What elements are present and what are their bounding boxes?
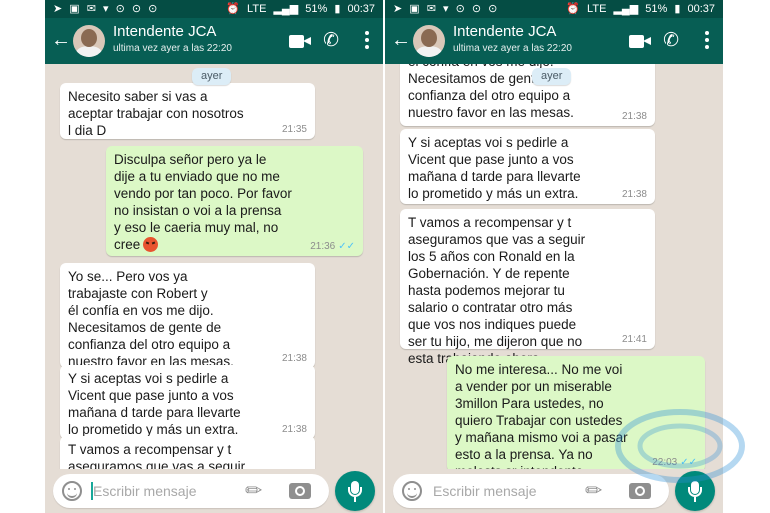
contact-name[interactable]: Intendente JCA: [453, 23, 556, 41]
last-seen-status: ultima vez ayer a las 22:20: [453, 43, 572, 54]
message-time: 21:41: [621, 334, 647, 345]
phone-screen-right: ➤ ▣ ✉ ▾ ⊙ ⊙ ⊙ ⏰ LTE ▂▄▆ 51% ▮ 00:37 ← In…: [385, 0, 723, 513]
message-time: 21:38: [281, 353, 307, 364]
signal-icon: ▂▄▆: [613, 3, 639, 15]
message-bubble-outgoing[interactable]: Disculpa señor pero ya le dije a tu envi…: [106, 146, 363, 256]
message-text: Y si aceptas voi s pedirle a Vicent que …: [408, 135, 581, 201]
message-time: 21:38: [621, 189, 647, 200]
attach-paperclip-icon[interactable]: ✎: [241, 477, 268, 504]
read-receipt-icon: ✓✓: [338, 241, 355, 252]
microphone-icon: [688, 481, 702, 497]
microphone-icon: [348, 481, 362, 497]
message-bubble-incoming[interactable]: Y si aceptas voi s pedirle a Vicent que …: [60, 365, 315, 439]
back-arrow-icon[interactable]: ←: [391, 28, 411, 52]
last-seen-status: ultima vez ayer a las 22:20: [113, 43, 232, 54]
contact-name[interactable]: Intendente JCA: [113, 23, 216, 41]
camera-icon[interactable]: [289, 483, 311, 499]
message-time: 21:36: [310, 241, 336, 252]
emoji-icon[interactable]: [62, 481, 82, 501]
message-time: 22:03: [652, 457, 678, 468]
network-label: LTE: [247, 3, 267, 15]
message-bubble-incoming[interactable]: Y si aceptas voi s pedirle a Vicent que …: [400, 129, 655, 204]
message-time: 21:35: [281, 124, 307, 135]
voice-call-icon[interactable]: ✆: [323, 30, 339, 52]
status-indicators: ⏰ LTE ▂▄▆ 51% ▮ 00:37: [562, 0, 715, 18]
chat-header: ← Intendente JCA ultima vez ayer a las 2…: [385, 18, 723, 64]
voice-message-button[interactable]: [335, 471, 375, 511]
compose-bar: ✎: [385, 469, 723, 513]
status-indicators: ⏰ LTE ▂▄▆ 51% ▮ 00:37: [222, 0, 375, 18]
message-time: 21:38: [281, 424, 307, 435]
angry-face-emoji-icon: [143, 237, 159, 252]
compose-field-container[interactable]: ✎: [393, 474, 669, 508]
phone-screen-left: ➤ ▣ ✉ ▾ ⊙ ⊙ ⊙ ⏰ LTE ▂▄▆ 51% ▮ 00:37 ← In…: [45, 0, 383, 513]
message-bubble-incoming[interactable]: T vamos a recompensar y t aseguramos que…: [60, 436, 315, 469]
chat-header: ← Intendente JCA ultima vez ayer a las 2…: [45, 18, 383, 64]
contact-avatar[interactable]: [413, 25, 445, 57]
message-bubble-outgoing[interactable]: No me interesa... No me voi a vender por…: [447, 356, 705, 469]
notification-icons: ➤ ▣ ✉ ▾ ⊙ ⊙ ⊙: [393, 3, 500, 15]
voice-message-button[interactable]: [675, 471, 715, 511]
message-text: Necesito saber si vas a aceptar trabajar…: [68, 89, 244, 138]
message-text: T vamos a recompensar y t aseguramos que…: [68, 442, 246, 469]
compose-field-container[interactable]: ✎: [53, 474, 329, 508]
battery-level: 51%: [645, 3, 668, 15]
message-bubble-incoming[interactable]: Necesito saber si vas a aceptar trabajar…: [60, 83, 315, 139]
overflow-menu-icon[interactable]: [705, 31, 709, 49]
message-bubble-incoming[interactable]: Yo se... Pero vos ya trabajaste con Robe…: [60, 263, 315, 369]
date-chip: ayer: [192, 68, 232, 85]
alarm-icon: ⏰: [566, 3, 580, 15]
message-text: No me interesa... No me voi a vender por…: [455, 362, 628, 469]
alarm-icon: ⏰: [226, 3, 240, 15]
signal-icon: ▂▄▆: [273, 3, 299, 15]
video-call-icon[interactable]: [289, 35, 311, 48]
video-call-icon[interactable]: [629, 35, 651, 48]
status-bar: ➤ ▣ ✉ ▾ ⊙ ⊙ ⊙ ⏰ LTE ▂▄▆ 51% ▮ 00:37: [45, 0, 383, 18]
contact-avatar[interactable]: [73, 25, 105, 57]
chat-area[interactable]: ayer Necesito saber si vas a aceptar tra…: [45, 64, 383, 469]
message-input[interactable]: [433, 481, 583, 501]
date-chip: ayer: [532, 68, 572, 85]
message-input[interactable]: [93, 481, 243, 501]
notification-icons: ➤ ▣ ✉ ▾ ⊙ ⊙ ⊙: [53, 3, 160, 15]
status-bar: ➤ ▣ ✉ ▾ ⊙ ⊙ ⊙ ⏰ LTE ▂▄▆ 51% ▮ 00:37: [385, 0, 723, 18]
attach-paperclip-icon[interactable]: ✎: [581, 477, 608, 504]
message-text: Yo se... Pero vos ya trabajaste con Robe…: [68, 269, 234, 369]
network-label: LTE: [587, 3, 607, 15]
message-text: T vamos a recompensar y t aseguramos que…: [408, 215, 586, 366]
back-arrow-icon[interactable]: ←: [51, 28, 71, 52]
message-time: 21:38: [621, 111, 647, 122]
battery-icon: ▮: [674, 3, 681, 15]
voice-call-icon[interactable]: ✆: [663, 30, 679, 52]
emoji-icon[interactable]: [402, 481, 422, 501]
message-bubble-incoming[interactable]: T vamos a recompensar y t aseguramos que…: [400, 209, 655, 366]
camera-icon[interactable]: [629, 483, 651, 499]
clock: 00:37: [347, 3, 375, 15]
clock: 00:37: [687, 3, 715, 15]
compose-bar: ✎: [45, 469, 383, 513]
battery-level: 51%: [305, 3, 328, 15]
message-text: Disculpa señor pero ya le dije a tu envi…: [114, 152, 292, 252]
message-text: Y si aceptas voi s pedirle a Vicent que …: [68, 371, 241, 437]
message-bubble-incoming[interactable]: el confía en vos me dijo. Necesitamos de…: [400, 64, 655, 126]
read-receipt-icon: ✓✓: [680, 457, 697, 468]
chat-area[interactable]: el confía en vos me dijo. Necesitamos de…: [385, 64, 723, 469]
message-text: el confía en vos me dijo. Necesitamos de…: [408, 64, 574, 120]
overflow-menu-icon[interactable]: [365, 31, 369, 49]
battery-icon: ▮: [334, 3, 341, 15]
